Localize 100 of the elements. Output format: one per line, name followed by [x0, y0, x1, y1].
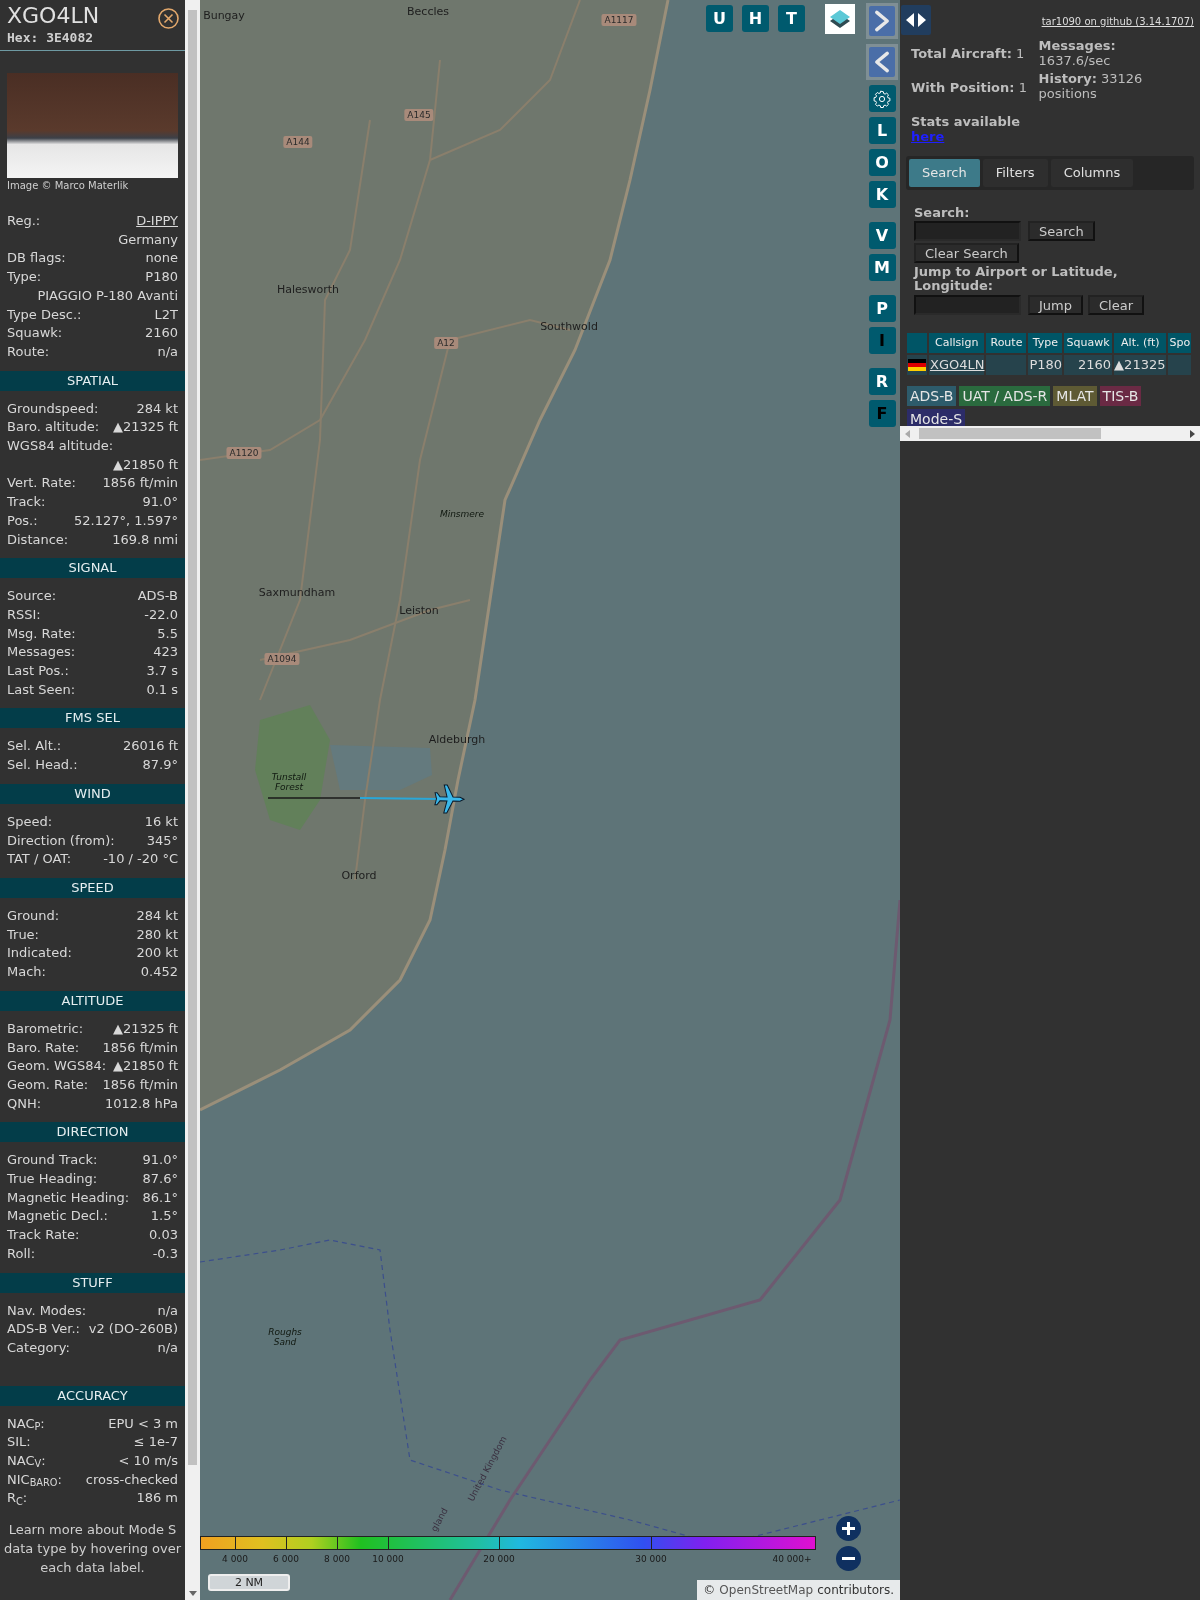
jump-label: Jump to Airport or Latitude, Longitude:: [914, 265, 1119, 293]
zoom-in-button[interactable]: [836, 1516, 861, 1541]
airplane-icon[interactable]: [434, 784, 465, 814]
field-label: Sel. Alt.:: [7, 737, 62, 756]
stat-text: Messages: 1637.6/sec: [1038, 38, 1117, 68]
jump-field[interactable]: [914, 295, 1021, 315]
field-label: QNH:: [7, 1094, 42, 1113]
toggle-sidebar-button[interactable]: [901, 5, 931, 35]
source-tag: Mode-S: [907, 408, 966, 429]
map-toggle-button[interactable]: K: [868, 181, 896, 208]
section-header: DIRECTION: [0, 1122, 185, 1143]
place-label: Halesworth: [276, 281, 340, 298]
field-label: Squawk:: [7, 324, 63, 343]
attribution-link[interactable]: OpenStreetMap: [719, 1581, 814, 1599]
field-value: 26016 ft: [123, 737, 178, 756]
field-value: cross-checked: [85, 1470, 178, 1489]
place-label: Bungay: [203, 7, 245, 24]
tab[interactable]: Filters: [982, 159, 1048, 187]
photo-credit: Image © Marco Materlik: [6, 179, 130, 192]
source-tag: MLAT: [1053, 385, 1097, 406]
layers-button[interactable]: [825, 4, 855, 34]
map-toggle-button[interactable]: V: [868, 222, 896, 249]
scroll-right-icon[interactable]: [1190, 429, 1195, 438]
map-toggle-button[interactable]: T: [778, 5, 805, 32]
stat-text: Total Aircraft: 1: [911, 46, 1026, 61]
collapse-button[interactable]: [866, 44, 898, 80]
field-label: Baro. Rate:: [7, 1038, 80, 1057]
field-label: Msg. Rate:: [7, 624, 76, 643]
jump-button[interactable]: Jump: [1028, 295, 1083, 315]
source-tag: ADS-B: [907, 385, 957, 406]
registration-link[interactable]: D-IPPY: [136, 212, 178, 231]
legend-label: 4 000: [222, 1553, 248, 1566]
road-label: A145: [404, 109, 434, 121]
field-label: TAT / OAT:: [7, 850, 72, 869]
field-label: Roll:: [7, 1244, 35, 1263]
attribution-text: contributors.: [817, 1582, 894, 1599]
field-value: 3.7 s: [146, 662, 178, 681]
field-label: Magnetic Heading:: [7, 1188, 130, 1207]
field-value: -22.0: [144, 605, 178, 624]
field-value: 0.1 s: [146, 680, 178, 699]
field-label: Source:: [7, 587, 57, 606]
field-label: NAC$_{V}$:: [7, 1452, 46, 1471]
place-label: Beccles: [407, 3, 449, 20]
settings-button[interactable]: [868, 85, 896, 112]
field-value: 91.0°: [142, 1151, 178, 1170]
column-header[interactable]: Spo: [1168, 333, 1192, 353]
map-toggle-button[interactable]: U: [706, 5, 733, 32]
field-value: 87.9°: [142, 756, 178, 775]
legend-label: 20 000: [483, 1553, 515, 1566]
field-label: Category:: [7, 1338, 70, 1357]
clear-button[interactable]: Clear: [1088, 295, 1144, 315]
map-toggle-button[interactable]: O: [868, 149, 896, 176]
field-value: ▲21325 ft: [113, 418, 178, 437]
legend-label: 6 000: [273, 1553, 299, 1566]
field-value: 423: [153, 643, 178, 662]
scrollbar[interactable]: [185, 0, 200, 1600]
map-toggle-button[interactable]: H: [742, 5, 769, 32]
field-label: RSSI:: [7, 605, 41, 624]
tab[interactable]: Columns: [1050, 159, 1134, 187]
map-toggle-button[interactable]: M: [868, 254, 896, 281]
scrollbar-thumb[interactable]: [919, 428, 1101, 439]
layers-icon: [829, 8, 851, 30]
field-value: 345°: [146, 831, 178, 850]
field-value: 87.6°: [142, 1170, 178, 1188]
tab[interactable]: Search: [909, 159, 980, 187]
map-toggle-button[interactable]: R: [868, 368, 896, 395]
section-header: SIGNAL: [0, 558, 185, 579]
clear-search-button[interactable]: Clear Search: [914, 243, 1019, 263]
field-label: WGS84 altitude:: [7, 437, 114, 456]
map-toggle-button[interactable]: L: [868, 117, 896, 144]
section-header: ACCURACY: [0, 1385, 185, 1406]
stat-text: History: 33126 positions: [1038, 71, 1144, 101]
field-value: 16 kt: [144, 812, 178, 831]
field-label: Direction (from):: [7, 831, 115, 850]
map-toggle-button[interactable]: P: [868, 295, 896, 322]
field-label: Pos.:: [7, 511, 38, 530]
scroll-down-icon[interactable]: [188, 1591, 197, 1596]
zoom-out-button[interactable]: [836, 1546, 861, 1571]
place-label: Orford: [341, 867, 377, 884]
field-label: Mach:: [7, 963, 46, 982]
search-field[interactable]: [914, 221, 1021, 241]
close-icon[interactable]: [158, 8, 179, 29]
area-label: Minsmere: [438, 509, 486, 519]
column-header[interactable]: Callsign: [929, 333, 985, 353]
column-header[interactable]: Squawk: [1064, 333, 1113, 353]
left-right-arrows-icon: [906, 13, 926, 27]
column-header[interactable]: Type: [1028, 333, 1063, 353]
field-value: 200 kt: [136, 944, 178, 963]
column-header[interactable]: Alt. (ft): [1114, 333, 1167, 353]
search-button[interactable]: Search: [1028, 221, 1095, 241]
copyright-symbol: ©: [703, 1582, 716, 1599]
field-value: 86.1°: [142, 1188, 178, 1207]
github-link[interactable]: tar1090 on github (3.14.1707): [1041, 14, 1194, 29]
horizontal-scrollbar[interactable]: [900, 426, 1200, 441]
expand-button[interactable]: [866, 3, 898, 39]
field-label: NAC$_{P}$:: [7, 1414, 45, 1434]
column-header[interactable]: Route: [986, 333, 1027, 353]
settings-icon: [872, 88, 892, 109]
scrollbar-thumb[interactable]: [188, 10, 197, 1465]
field-label: True Heading:: [7, 1170, 98, 1188]
